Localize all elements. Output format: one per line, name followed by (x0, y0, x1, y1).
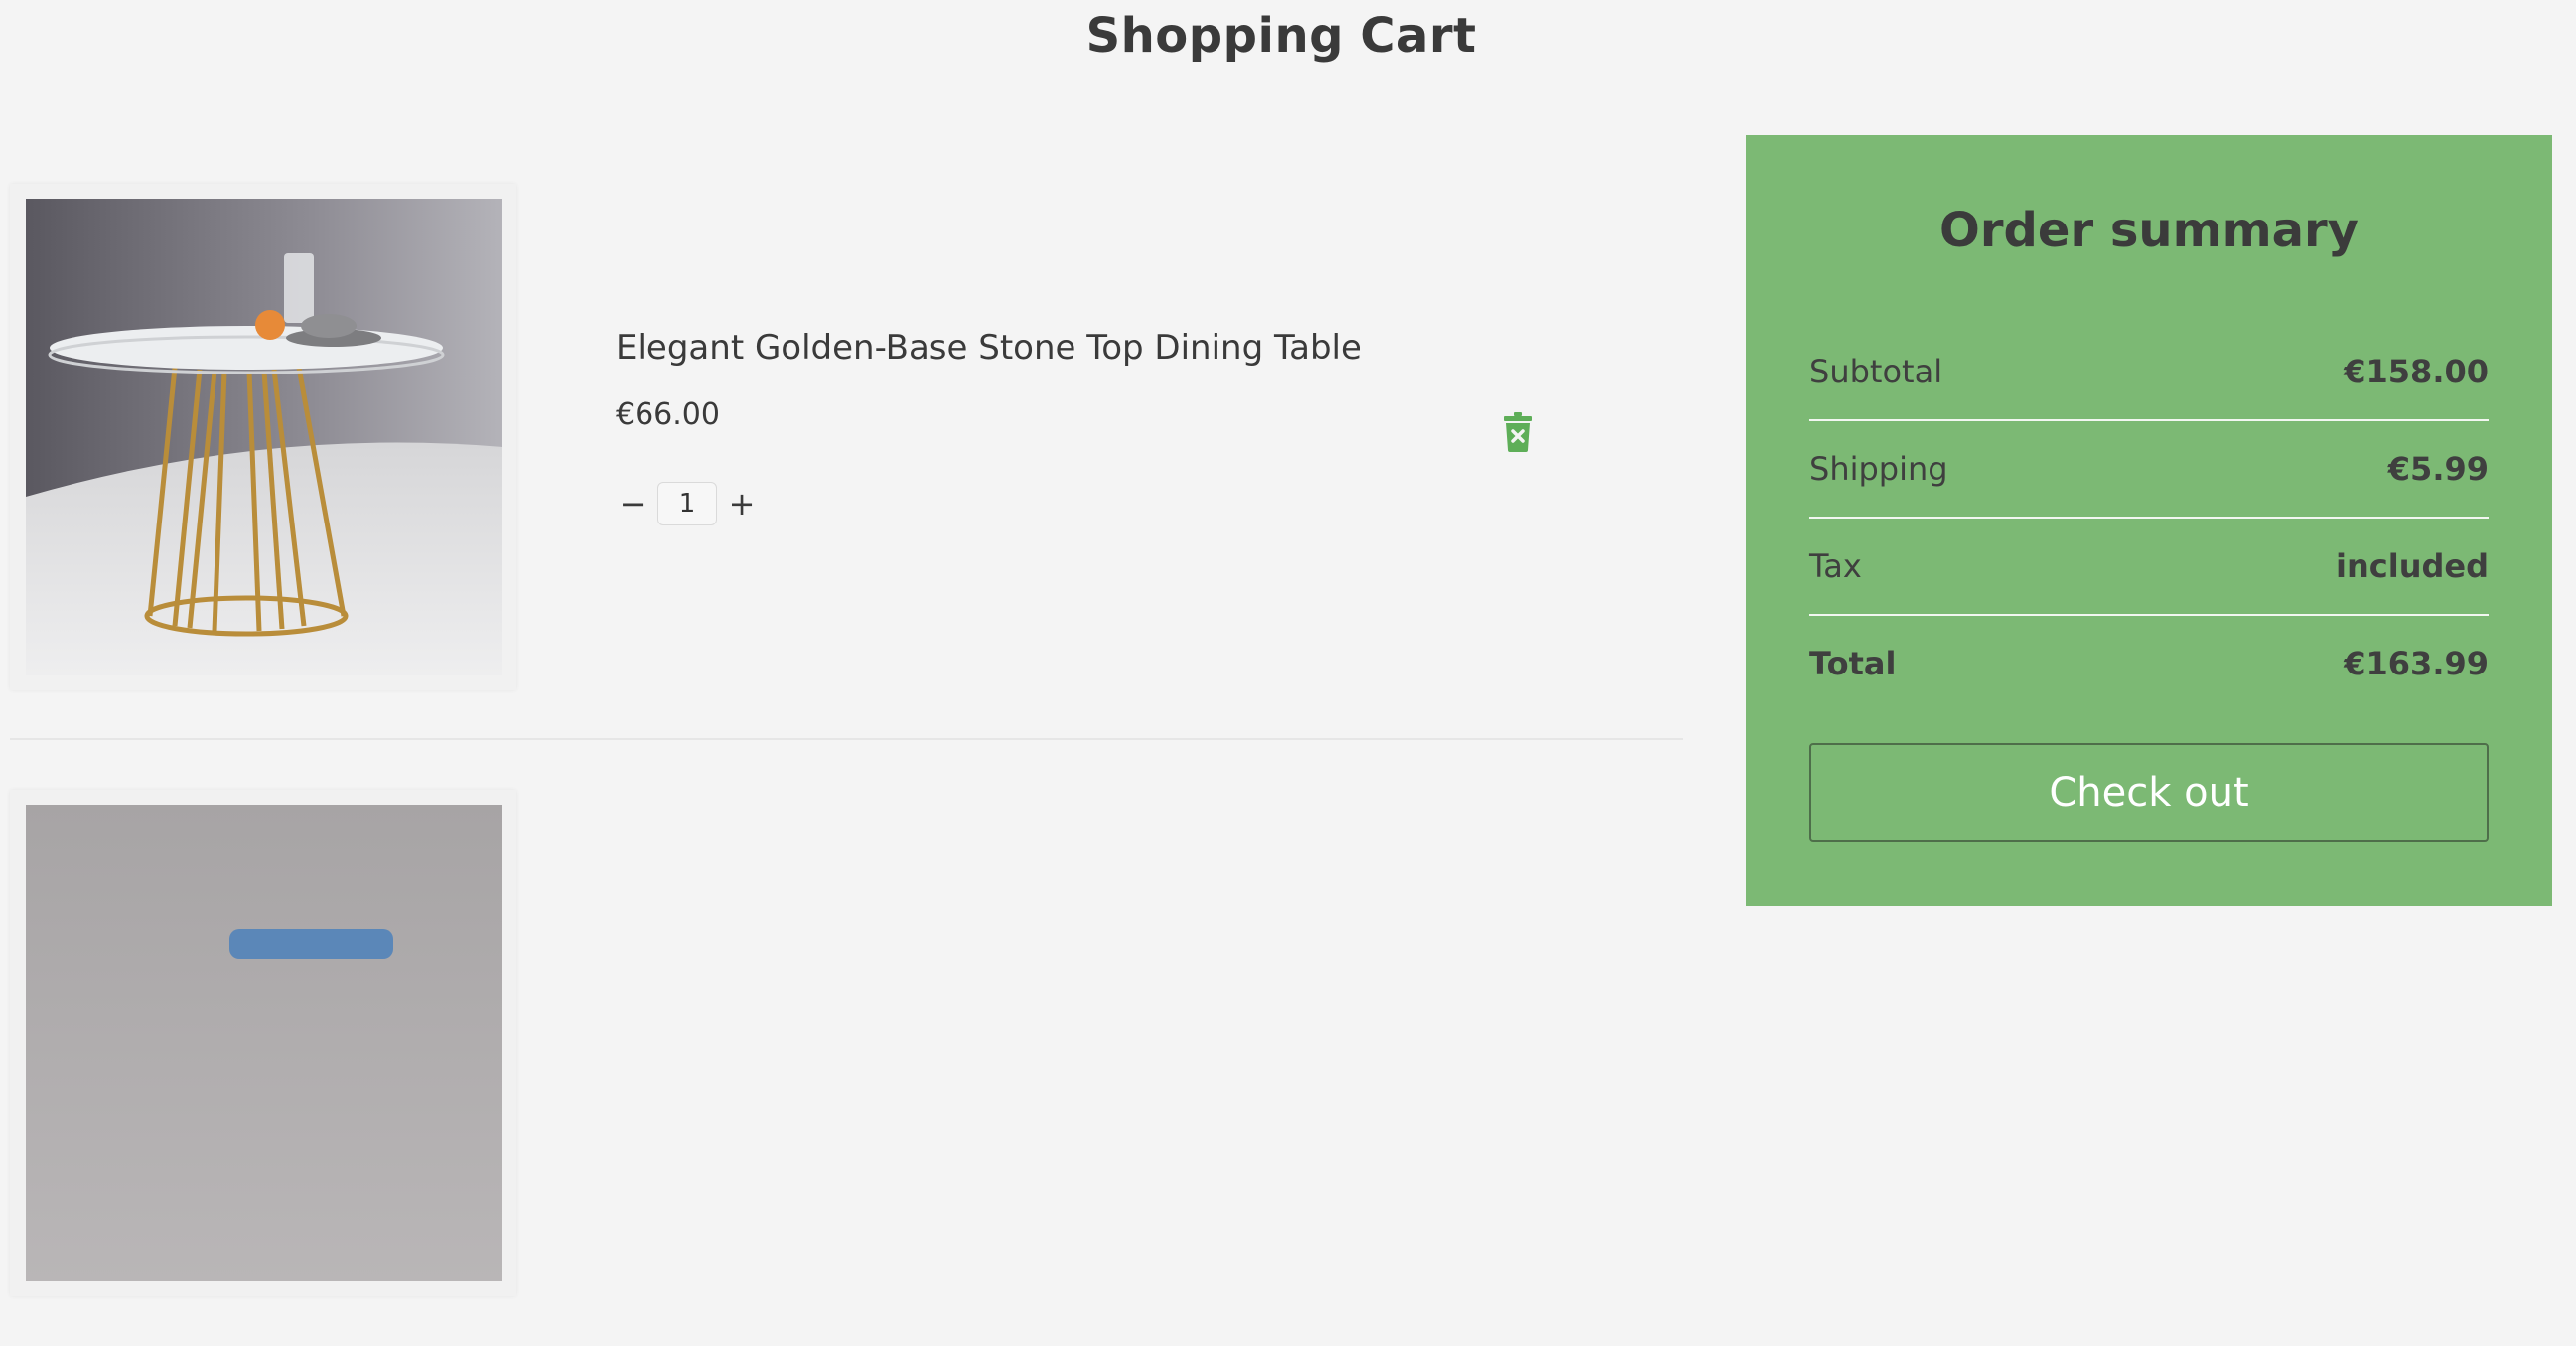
item-divider (10, 738, 1683, 740)
total-label: Total (1809, 645, 1897, 682)
order-summary-panel: Order summary Subtotal €158.00 Shipping … (1746, 135, 2552, 906)
summary-row-subtotal: Subtotal €158.00 (1809, 324, 2489, 421)
shipping-value: €5.99 (2387, 450, 2489, 488)
item-title[interactable]: Elegant Golden-Base Stone Top Dining Tab… (616, 328, 1361, 368)
order-summary-title: Order summary (1939, 203, 2359, 258)
checkout-button[interactable]: Check out (1809, 743, 2489, 842)
product-image[interactable] (10, 790, 516, 1296)
summary-row-tax: Tax included (1809, 519, 2489, 616)
item-info: Elegant Golden-Base Stone Top Dining Tab… (616, 328, 1361, 525)
shipping-label: Shipping (1809, 450, 1948, 488)
decrease-quantity-button[interactable]: − (616, 485, 649, 523)
tax-label: Tax (1809, 547, 1862, 585)
product-image[interactable] (10, 184, 516, 690)
tax-value: included (2336, 547, 2489, 585)
quantity-input[interactable] (657, 482, 717, 525)
total-value: €163.99 (2344, 645, 2489, 682)
cart-list: Elegant Golden-Base Stone Top Dining Tab… (10, 184, 1683, 1346)
cart-item: Elegant Golden-Base Stone Top Dining Tab… (10, 184, 1683, 740)
remove-item-button[interactable] (1504, 412, 1532, 456)
quantity-stepper: − + (616, 482, 1361, 525)
cart-item (10, 790, 1683, 1346)
summary-row-total: Total €163.99 (1809, 616, 2489, 711)
page-title: Shopping Cart (1085, 8, 1477, 64)
summary-row-shipping: Shipping €5.99 (1809, 421, 2489, 519)
trash-x-icon (1504, 412, 1532, 452)
subtotal-label: Subtotal (1809, 353, 1943, 390)
summary-rows: Subtotal €158.00 Shipping €5.99 Tax incl… (1809, 324, 2489, 711)
item-price: €66.00 (616, 397, 720, 432)
subtotal-value: €158.00 (2344, 353, 2489, 390)
increase-quantity-button[interactable]: + (725, 485, 759, 523)
